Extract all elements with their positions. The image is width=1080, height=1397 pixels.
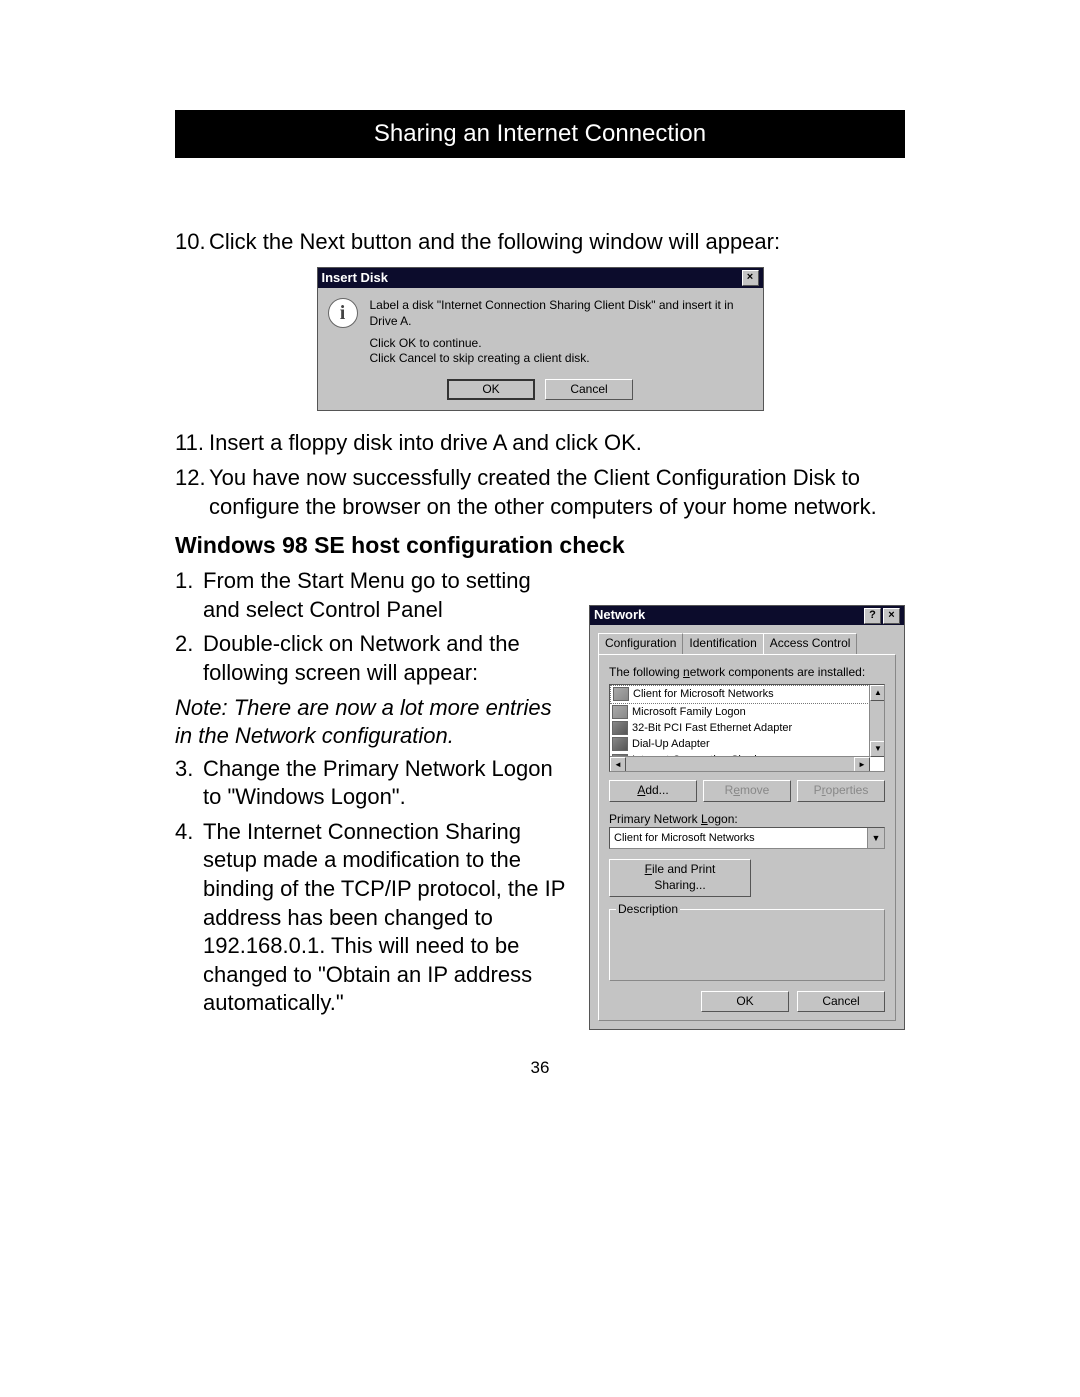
page-number: 36 (175, 1058, 905, 1078)
step-number: 10. (175, 228, 209, 257)
list-item[interactable]: 32-Bit PCI Fast Ethernet Adapter (610, 720, 884, 736)
step-11: 11. Insert a floppy disk into drive A an… (175, 429, 905, 458)
scroll-left-icon[interactable]: ◄ (610, 757, 626, 772)
computer-icon (613, 687, 629, 701)
dialog-message-2: Click OK to continue. (370, 336, 753, 352)
step-text: Click the Next button and the following … (209, 228, 780, 257)
step-text: Double-click on Network and the followin… (203, 630, 571, 687)
substep-4: 4. The Internet Connection Sharing setup… (175, 818, 571, 1018)
step-text: You have now successfully created the Cl… (209, 464, 905, 521)
note-text: Note: There are now a lot more entries i… (175, 694, 571, 751)
step-number: 11. (175, 429, 209, 458)
info-icon (328, 298, 358, 328)
remove-button[interactable]: Remove (703, 780, 791, 802)
scrollbar-horizontal[interactable]: ◄ ► (610, 756, 870, 771)
adapter-icon (612, 721, 628, 735)
list-item[interactable]: Microsoft Family Logon (610, 704, 884, 720)
section-heading: Windows 98 SE host configuration check (175, 531, 905, 561)
insert-disk-dialog: Insert Disk × Label a disk "Internet Con… (317, 267, 764, 412)
primary-logon-dropdown[interactable]: Client for Microsoft Networks ▼ (609, 827, 885, 849)
description-group: Description (609, 909, 885, 981)
computer-icon (612, 705, 628, 719)
primary-logon-label: Primary Network Logon: (609, 812, 885, 828)
components-list[interactable]: Client for Microsoft Networks Microsoft … (609, 684, 885, 772)
chevron-down-icon[interactable]: ▼ (867, 828, 884, 848)
dialog-message-1: Label a disk "Internet Connection Sharin… (370, 298, 753, 329)
ok-button[interactable]: OK (447, 379, 535, 401)
step-text: Insert a floppy disk into drive A and cl… (209, 429, 642, 458)
network-title: Network (594, 607, 645, 624)
step-text: The Internet Connection Sharing setup ma… (203, 818, 571, 1018)
network-dialog: Network ? × Configuration Identification… (589, 605, 905, 1030)
substep-1: 1. From the Start Menu go to setting and… (175, 567, 571, 624)
step-number: 2. (175, 630, 203, 687)
scrollbar-vertical[interactable]: ▲ ▼ (869, 685, 884, 757)
add-button[interactable]: Add... (609, 780, 697, 802)
step-number: 3. (175, 755, 203, 812)
close-icon[interactable]: × (742, 270, 759, 286)
tab-access-control[interactable]: Access Control (763, 633, 858, 654)
dialog-message-3: Click Cancel to skip creating a client d… (370, 351, 753, 367)
tabs: Configuration Identification Access Cont… (590, 625, 904, 654)
step-number: 12. (175, 464, 209, 521)
tab-configuration[interactable]: Configuration (598, 633, 683, 654)
dropdown-value: Client for Microsoft Networks (614, 831, 755, 845)
network-title-bar: Network ? × (590, 606, 904, 625)
scroll-up-icon[interactable]: ▲ (870, 685, 885, 701)
step-number: 1. (175, 567, 203, 624)
list-item[interactable]: Client for Microsoft Networks (610, 685, 884, 703)
insert-disk-title: Insert Disk (322, 270, 388, 287)
step-text: Change the Primary Network Logon to "Win… (203, 755, 571, 812)
substep-2: 2. Double-click on Network and the follo… (175, 630, 571, 687)
help-icon[interactable]: ? (864, 608, 881, 624)
properties-button[interactable]: Properties (797, 780, 885, 802)
cancel-button[interactable]: Cancel (545, 379, 633, 401)
scroll-down-icon[interactable]: ▼ (870, 741, 885, 757)
components-label: The following network components are ins… (609, 665, 885, 681)
step-text: From the Start Menu go to setting and se… (203, 567, 571, 624)
substep-3: 3. Change the Primary Network Logon to "… (175, 755, 571, 812)
scroll-right-icon[interactable]: ► (854, 757, 870, 772)
step-number: 4. (175, 818, 203, 1018)
file-print-sharing-button[interactable]: File and Print Sharing... (609, 859, 751, 896)
close-icon[interactable]: × (883, 608, 900, 624)
cancel-button[interactable]: Cancel (797, 991, 885, 1013)
adapter-icon (612, 737, 628, 751)
insert-disk-title-bar: Insert Disk × (318, 268, 763, 289)
ok-button[interactable]: OK (701, 991, 789, 1013)
description-label: Description (616, 902, 680, 918)
list-item[interactable]: Dial-Up Adapter (610, 736, 884, 752)
tab-identification[interactable]: Identification (682, 633, 763, 654)
step-12: 12. You have now successfully created th… (175, 464, 905, 521)
page-header: Sharing an Internet Connection (175, 110, 905, 158)
step-10: 10. Click the Next button and the follow… (175, 228, 905, 257)
